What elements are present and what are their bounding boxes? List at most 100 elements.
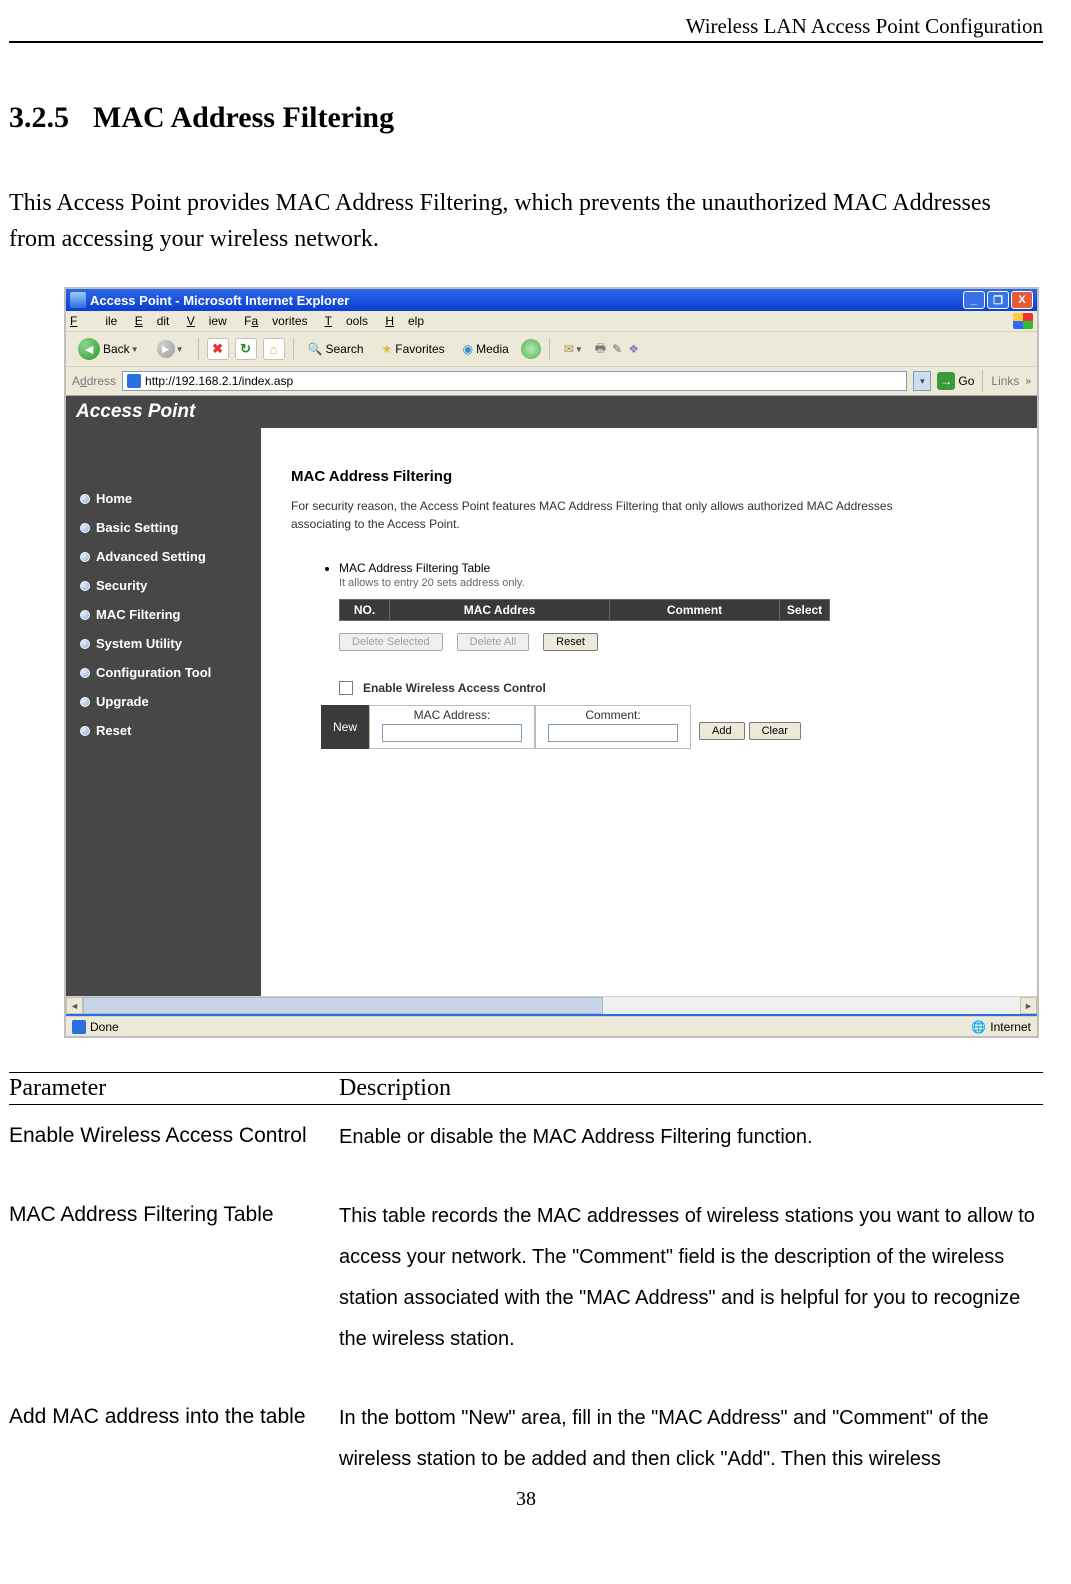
window-titlebar: Access Point - Microsoft Internet Explor…	[66, 289, 1037, 311]
close-button[interactable]: X	[1011, 291, 1033, 309]
th-select: Select	[780, 600, 830, 621]
window-title: Access Point - Microsoft Internet Explor…	[90, 293, 349, 308]
new-entry-row: New MAC Address: Comment: Add Clear	[321, 705, 1017, 749]
print-button[interactable]: 🖶	[595, 339, 606, 360]
param-desc: This table records the MAC addresses of …	[339, 1196, 1043, 1360]
bullet-icon	[80, 494, 90, 504]
page-number: 38	[9, 1488, 1043, 1511]
panel-title: MAC Address Filtering	[291, 468, 1017, 485]
menu-tools[interactable]: Tools	[325, 314, 368, 328]
home-button[interactable]: ⌂	[263, 338, 285, 360]
section-heading: 3.2.5 MAC Address Filtering	[9, 101, 1043, 135]
stop-icon: ✖	[212, 341, 223, 357]
links-chevron-icon[interactable]: »	[1025, 376, 1031, 387]
bullet-icon	[80, 639, 90, 649]
refresh-icon: ↻	[240, 341, 251, 357]
sidebar-item-reset[interactable]: Reset	[66, 716, 261, 745]
bullet-icon	[80, 523, 90, 533]
media-button[interactable]: ◉Media	[457, 340, 515, 358]
scroll-thumb[interactable]	[83, 997, 603, 1014]
section-title: MAC Address Filtering	[93, 101, 394, 134]
windows-flag-icon	[1013, 313, 1033, 329]
star-icon: ★	[382, 342, 393, 356]
address-input-wrap: http://192.168.2.1/index.asp	[122, 371, 907, 391]
sidebar-item-macfilter[interactable]: MAC Filtering	[66, 600, 261, 629]
param-name: MAC Address Filtering Table	[9, 1196, 339, 1360]
param-name: Add MAC address into the table	[9, 1398, 339, 1480]
mail-button[interactable]: ✉▼	[558, 340, 589, 358]
reset-button[interactable]: Reset	[543, 633, 598, 651]
new-label: New	[321, 705, 369, 749]
scroll-right-icon[interactable]: ►	[1020, 997, 1037, 1014]
bullet-icon	[80, 552, 90, 562]
enable-checkbox[interactable]	[339, 681, 353, 695]
favorites-button[interactable]: ★Favorites	[376, 340, 451, 358]
param-header-left: Parameter	[9, 1075, 339, 1102]
filter-table-hint: It allows to entry 20 sets address only.	[339, 577, 1017, 589]
address-bar: Address http://192.168.2.1/index.asp ▾ →…	[66, 367, 1037, 396]
menu-view[interactable]: View	[187, 314, 227, 328]
param-row: Add MAC address into the table In the bo…	[9, 1398, 1043, 1480]
stop-button[interactable]: ✖	[207, 338, 229, 360]
param-name: Enable Wireless Access Control	[9, 1117, 339, 1158]
bullet-icon	[80, 726, 90, 736]
history-button[interactable]	[521, 339, 541, 359]
sidebar-item-system[interactable]: System Utility	[66, 629, 261, 658]
zone-icon: 🌐	[971, 1020, 986, 1034]
panel-description: For security reason, the Access Point fe…	[291, 497, 931, 533]
search-button[interactable]: 🔍Search	[302, 340, 370, 358]
back-button[interactable]: ◄ Back ▼	[72, 336, 145, 362]
delete-all-button[interactable]: Delete All	[457, 633, 529, 651]
sidebar-item-security[interactable]: Security	[66, 571, 261, 600]
filter-table-heading: MAC Address Filtering Table	[339, 561, 1017, 575]
sidebar-item-basic[interactable]: Basic Setting	[66, 513, 261, 542]
th-comment: Comment	[610, 600, 780, 621]
maximize-button[interactable]: ❐	[987, 291, 1009, 309]
go-button[interactable]: → Go	[937, 372, 974, 390]
menu-file[interactable]: FFileile	[70, 314, 117, 328]
param-header-right: Description	[339, 1075, 451, 1102]
forward-button[interactable]: ► ▼	[151, 338, 190, 360]
edit-button[interactable]: ✎	[612, 342, 622, 356]
sidebar-item-home[interactable]: Home	[66, 484, 261, 513]
toolbar: ◄ Back ▼ ► ▼ ✖ ↻ ⌂ 🔍Search ★Favorites ◉M…	[66, 332, 1037, 367]
media-icon: ◉	[463, 342, 473, 356]
filter-table: NO. MAC Addres Comment Select	[339, 599, 830, 621]
new-mac-input[interactable]	[382, 724, 522, 742]
menu-edit[interactable]: Edit	[135, 314, 170, 328]
refresh-button[interactable]: ↻	[235, 338, 257, 360]
add-button[interactable]: Add	[699, 722, 745, 740]
clear-button[interactable]: Clear	[749, 722, 801, 740]
address-label: Address	[72, 374, 116, 388]
page-banner: Access Point	[66, 396, 1037, 428]
new-comment-input[interactable]	[548, 724, 678, 742]
discuss-button[interactable]: ❖	[628, 342, 639, 356]
links-label[interactable]: Links	[991, 374, 1019, 388]
status-page-icon	[72, 1020, 86, 1034]
address-input[interactable]: http://192.168.2.1/index.asp	[145, 374, 902, 388]
address-dropdown[interactable]: ▾	[913, 371, 931, 391]
minimize-button[interactable]: _	[963, 291, 985, 309]
menubar: FFileile Edit View Favorites Tools Help	[66, 311, 1037, 332]
delete-selected-button[interactable]: Delete Selected	[339, 633, 443, 651]
param-desc: In the bottom "New" area, fill in the "M…	[339, 1398, 1043, 1480]
sidebar-item-upgrade[interactable]: Upgrade	[66, 687, 261, 716]
bullet-icon	[80, 610, 90, 620]
scroll-left-icon[interactable]: ◄	[66, 997, 83, 1014]
horizontal-scrollbar[interactable]: ◄ ►	[66, 996, 1037, 1013]
menu-favorites[interactable]: Favorites	[244, 314, 307, 328]
bullet-icon	[80, 581, 90, 591]
running-header: Wireless LAN Access Point Configuration	[9, 14, 1043, 43]
bullet-icon	[80, 697, 90, 707]
sidebar-item-advanced[interactable]: Advanced Setting	[66, 542, 261, 571]
param-row: Enable Wireless Access Control Enable or…	[9, 1117, 1043, 1158]
menu-help[interactable]: Help	[385, 314, 424, 328]
back-icon: ◄	[78, 338, 100, 360]
param-row: MAC Address Filtering Table This table r…	[9, 1196, 1043, 1360]
page-icon	[127, 374, 141, 388]
param-table-header: Parameter Description	[9, 1075, 1043, 1102]
new-comment-label: Comment:	[548, 708, 678, 722]
sidebar-item-config[interactable]: Configuration Tool	[66, 658, 261, 687]
status-bar: Done 🌐 Internet	[66, 1016, 1037, 1036]
intro-paragraph: This Access Point provides MAC Address F…	[9, 185, 1043, 257]
